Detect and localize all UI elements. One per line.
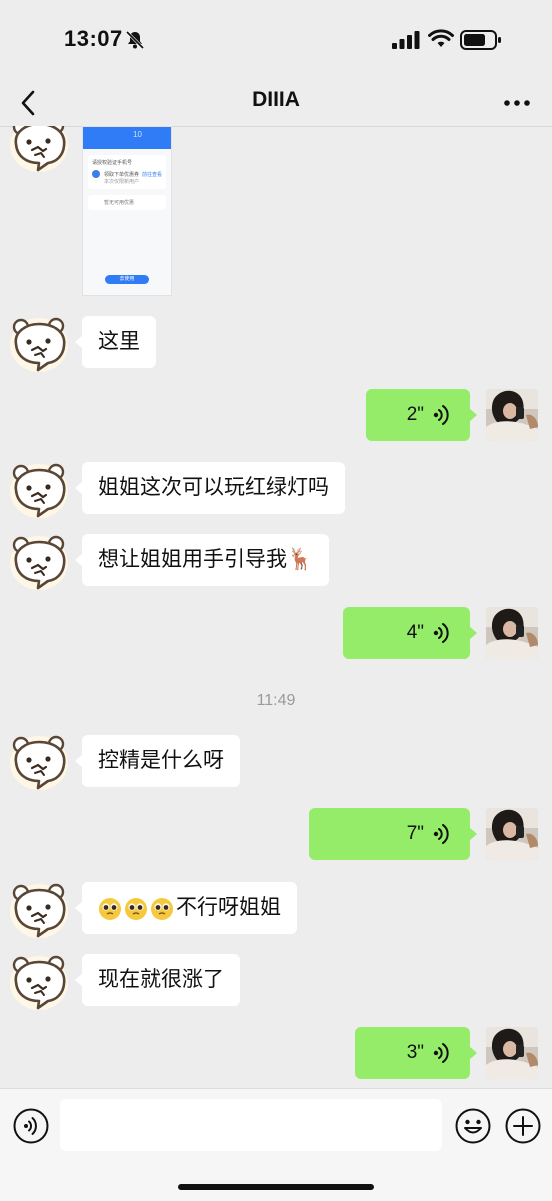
voice-message[interactable]: 7" — [309, 808, 477, 860]
message-bubble-in[interactable]: 不行呀姐姐 — [75, 882, 297, 934]
battery-icon — [460, 30, 501, 50]
contact-avatar[interactable] — [8, 126, 70, 174]
voice-duration: 4" — [406, 622, 424, 643]
wifi-icon — [428, 29, 454, 47]
voice-mode-icon[interactable] — [12, 1107, 50, 1145]
voice-wave-icon — [432, 1043, 449, 1063]
contact-avatar[interactable] — [8, 314, 70, 374]
message-input[interactable] — [60, 1099, 442, 1151]
emoji-icon[interactable] — [454, 1107, 492, 1145]
status-time: 13:07 — [64, 26, 123, 51]
message-bubble-in[interactable]: 控精是什么呀 — [75, 735, 240, 787]
message-text: 不行呀姐姐 — [176, 896, 281, 919]
my-avatar[interactable] — [486, 389, 538, 441]
contact-avatar[interactable] — [8, 880, 70, 940]
message-bubble-in[interactable]: 姐姐这次可以玩红绿灯吗 — [75, 462, 345, 514]
voice-message[interactable]: 2" — [366, 389, 477, 441]
message-bubble-in[interactable]: 现在就很涨了 — [75, 954, 240, 1006]
message-bubble-in[interactable]: 这里 — [75, 316, 156, 368]
image-line: 暂无可用优惠 — [104, 200, 135, 206]
contact-avatar[interactable] — [8, 732, 70, 792]
chat-header: DIIIA — [0, 80, 552, 127]
voice-wave-icon — [432, 824, 449, 844]
image-message[interactable]: 10 请授权验证手机号 领取下单优惠券 前往查看 本次仅限新用户 暂无可用优惠 … — [82, 126, 172, 296]
image-dot — [92, 170, 100, 178]
image-badge: 10 — [133, 130, 142, 139]
image-line: 本次仅限新用户 — [104, 179, 140, 185]
voice-wave-icon — [432, 623, 449, 643]
status-bar: 13:07 — [0, 0, 552, 80]
signal-icon — [392, 31, 420, 49]
plus-icon[interactable] — [504, 1107, 542, 1145]
bell-muted-icon — [125, 30, 145, 50]
chat-title: DIIIA — [252, 88, 300, 111]
image-line: 前往查看 — [141, 171, 162, 178]
home-indicator — [178, 1184, 374, 1190]
message-list[interactable]: 10 请授权验证手机号 领取下单优惠券 前往查看 本次仅限新用户 暂无可用优惠 … — [0, 126, 552, 1088]
image-line: 领取下单优惠券 — [104, 171, 140, 178]
voice-wave-icon — [432, 405, 449, 425]
image-card: 暂无可用优惠 — [88, 195, 166, 210]
my-avatar[interactable] — [486, 1027, 538, 1079]
voice-duration: 7" — [406, 823, 424, 844]
image-line: 请授权验证手机号 — [92, 160, 133, 166]
message-text: 现在就很涨了 — [98, 968, 224, 991]
message-text: 想让姐姐用手引导我🦌 — [98, 548, 314, 571]
emoji-group — [98, 882, 176, 934]
message-bubble-in[interactable]: 想让姐姐用手引导我🦌 — [74, 534, 330, 586]
my-avatar[interactable] — [486, 808, 538, 860]
pleading-face-icon — [98, 897, 122, 921]
image-button: 去使用 — [105, 275, 149, 284]
contact-avatar[interactable] — [8, 952, 70, 1012]
message-text: 姐姐这次可以玩红绿灯吗 — [98, 476, 329, 499]
more-icon[interactable] — [500, 88, 534, 118]
message-text: 这里 — [98, 330, 140, 353]
pleading-face-icon — [150, 897, 174, 921]
image-header: 10 — [83, 127, 171, 149]
contact-avatar[interactable] — [8, 532, 70, 592]
voice-message[interactable]: 3" — [355, 1027, 477, 1079]
voice-duration: 2" — [406, 404, 424, 425]
message-text: 控精是什么呀 — [98, 749, 224, 772]
voice-duration: 3" — [406, 1042, 424, 1063]
time-divider: 11:49 — [256, 692, 296, 709]
contact-avatar[interactable] — [8, 460, 70, 520]
my-avatar[interactable] — [486, 607, 538, 659]
voice-message[interactable]: 4" — [343, 607, 477, 659]
image-card: 请授权验证手机号 领取下单优惠券 前往查看 本次仅限新用户 — [88, 155, 166, 189]
pleading-face-icon — [124, 897, 148, 921]
